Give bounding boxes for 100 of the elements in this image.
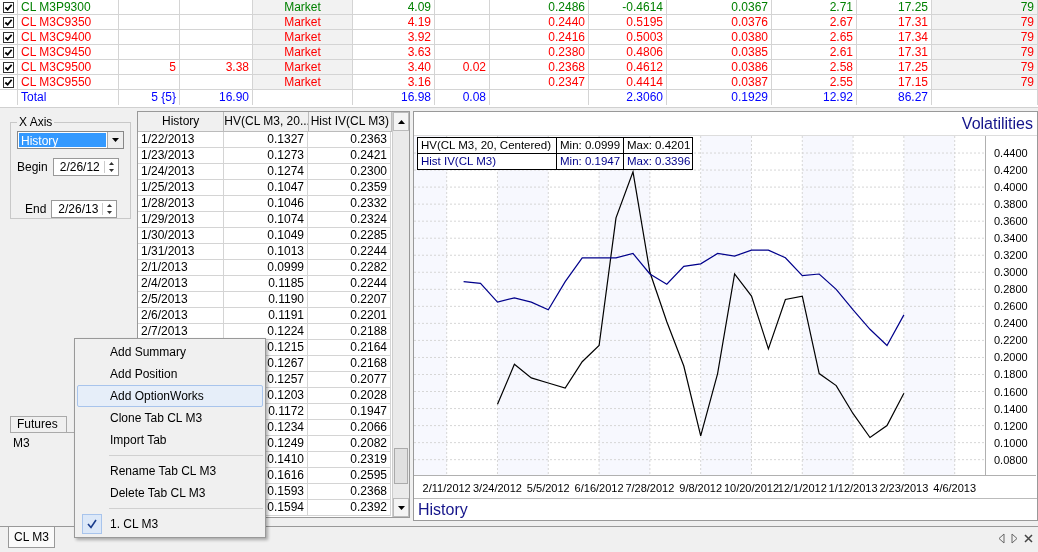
table-cell: Total (18, 90, 119, 105)
y-axis-label: 0.2000 (994, 351, 1028, 364)
table-cell: 0.02 (435, 60, 490, 75)
y-axis-label: 0.4200 (994, 164, 1028, 177)
y-axis-label: 0.3200 (994, 249, 1028, 262)
table-cell: 0.1013 (224, 244, 308, 260)
table-cell: 2.3060 (589, 90, 667, 105)
table-cell: 0.0367 (667, 0, 772, 15)
table-cell: 0.4612 (589, 60, 667, 75)
table-cell: 0.1185 (224, 276, 308, 292)
table-cell: 0.5195 (589, 15, 667, 30)
y-axis-label: 0.3800 (994, 198, 1028, 211)
table-cell: 79 (932, 0, 1038, 15)
table-cell: 1/28/2013 (138, 196, 224, 212)
table-cell: 0.4806 (589, 45, 667, 60)
y-axis-label: 0.2600 (994, 300, 1028, 313)
table-cell: 1/24/2013 (138, 164, 224, 180)
table-cell: 0.2319 (308, 452, 391, 468)
table-cell: 0.2066 (308, 420, 391, 436)
table-cell: 2.61 (772, 45, 857, 60)
table-cell: 0.1191 (224, 308, 308, 324)
table-cell: 0.2440 (490, 15, 589, 30)
y-axis-label: 0.3400 (994, 232, 1028, 245)
y-axis-label: 0.1800 (994, 368, 1028, 381)
table-cell: 3.40 (353, 60, 435, 75)
table-cell: 0.08 (435, 90, 490, 105)
table-cell: CL M3C9450 (18, 45, 119, 60)
table-cell: 1/31/2013 (138, 244, 224, 260)
table-cell: CL M3C9400 (18, 30, 119, 45)
table-cell: Market (253, 15, 353, 30)
table-cell: 1/25/2013 (138, 180, 224, 196)
table-cell: 0.0376 (667, 15, 772, 30)
legend-max: Max: 0.3396 (626, 154, 692, 169)
x-axis-label: 1/12/2013 (828, 482, 878, 494)
x-axis-label: 2/23/2013 (879, 482, 929, 494)
x-axis-label: 9/8/2012 (679, 482, 723, 494)
table-cell: 2/5/2013 (138, 292, 224, 308)
table-cell: 2/6/2013 (138, 308, 224, 324)
table-cell: 0.2168 (308, 356, 391, 372)
table-cell: 0.2380 (490, 45, 589, 60)
table-cell: 16.90 (180, 90, 253, 105)
table-cell: 0.2028 (308, 388, 391, 404)
table-cell: 2.55 (772, 75, 857, 90)
table-cell: 0.2324 (308, 212, 391, 228)
table-cell: 0.2082 (308, 436, 391, 452)
table-cell: 0.2595 (308, 468, 391, 484)
table-cell: CL M3P9300 (18, 0, 119, 15)
table-cell: 79 (932, 45, 1038, 60)
y-axis-label: 0.2200 (994, 334, 1028, 347)
table-cell: 0.2207 (308, 292, 391, 308)
table-cell: 0.1049 (224, 228, 308, 244)
legend-min: Min: 0.1947 (557, 154, 624, 169)
table-cell: 2.67 (772, 15, 857, 30)
table-cell: 0.2368 (308, 484, 391, 500)
table-cell: CL M3C9550 (18, 75, 119, 90)
table-cell: 2.71 (772, 0, 857, 15)
table-cell: 5 {5} (119, 90, 180, 105)
y-axis-label: 0.1400 (994, 402, 1028, 415)
table-cell: 0.2332 (308, 196, 391, 212)
chart-title: Volatilities (961, 115, 1033, 132)
table-cell: 2/4/2013 (138, 276, 224, 292)
x-axis-label: 7/28/2012 (625, 482, 675, 494)
x-axis-label: 10/20/2012 (723, 482, 779, 494)
x-axis-label: 2/11/2012 (422, 482, 471, 494)
table-cell: 12.92 (772, 90, 857, 105)
legend-max: Max: 0.4201 (626, 138, 692, 153)
table-cell: 0.1273 (224, 148, 308, 164)
legend-min: Min: 0.0999 (557, 138, 624, 153)
table-cell: Market (253, 75, 353, 90)
y-axis-label: 0.0800 (994, 453, 1028, 466)
table-cell: 0.2077 (308, 372, 391, 388)
table-cell: 0.2368 (490, 60, 589, 75)
table-cell: 0.2300 (308, 164, 391, 180)
y-axis-label: 0.2800 (994, 283, 1028, 296)
table-cell: 0.2486 (490, 0, 589, 15)
table-cell: 1/23/2013 (138, 148, 224, 164)
table-cell: Market (253, 60, 353, 75)
table-cell: 0.2244 (308, 276, 391, 292)
table-cell: 0.1929 (667, 90, 772, 105)
table-cell: 0.0387 (667, 75, 772, 90)
table-cell: 0.1047 (224, 180, 308, 196)
legend-label: HV(CL M3, 20, Centered) (418, 138, 557, 153)
table-cell: 0.2421 (308, 148, 391, 164)
field-label: End (25, 202, 47, 216)
table-cell: 0.1947 (308, 404, 391, 420)
table-cell: 0.2363 (308, 132, 391, 148)
x-axis-label: 4/6/2013 (933, 482, 977, 494)
table-cell: 0.2244 (308, 244, 391, 260)
table-cell: 79 (932, 60, 1038, 75)
table-cell: 3.16 (353, 75, 435, 90)
y-axis-label: 0.4400 (994, 147, 1028, 160)
table-cell: Market (253, 30, 353, 45)
y-axis-label: 0.4000 (994, 181, 1028, 194)
table-cell: Market (253, 0, 353, 15)
table-cell: 79 (932, 30, 1038, 45)
table-cell: CL M3C9500 (18, 60, 119, 75)
table-cell: 0.1074 (224, 212, 308, 228)
x-axis-label: 5/5/2012 (526, 482, 570, 494)
table-cell: 0.2359 (308, 180, 391, 196)
table-cell: 0.2188 (308, 324, 391, 340)
